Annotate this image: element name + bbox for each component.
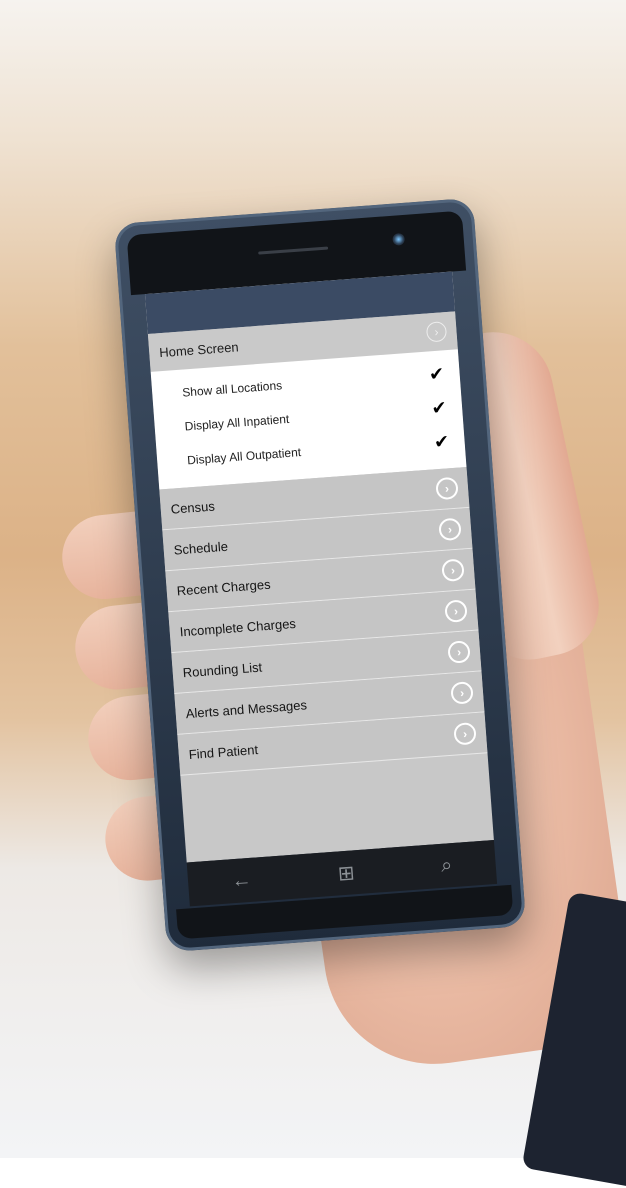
home-screen-title: Home Screen xyxy=(158,338,240,360)
chevron-right-icon: › xyxy=(453,722,477,746)
menu-item-label: Schedule xyxy=(173,538,229,558)
menu-item-label: Find Patient xyxy=(188,741,259,762)
chevron-right-icon: › xyxy=(444,599,468,623)
checkmark-icon[interactable]: ✔ xyxy=(427,363,446,384)
menu-item-label: Alerts and Messages xyxy=(185,696,308,721)
chevron-right-icon: › xyxy=(435,476,459,501)
checkmark-icon[interactable]: ✔ xyxy=(432,431,451,452)
menu-item-label: Rounding List xyxy=(182,659,263,680)
search-icon[interactable]: ⌕ xyxy=(440,854,453,878)
option-label: Display All Inpatient xyxy=(184,411,290,434)
option-label: Display All Outpatient xyxy=(186,445,302,468)
chevron-right-icon: › xyxy=(438,517,462,542)
back-arrow-icon[interactable]: ← xyxy=(231,868,253,892)
menu-item-label: Recent Charges xyxy=(176,576,272,599)
option-label: Show all Locations xyxy=(181,378,283,400)
chevron-icon: › xyxy=(425,321,448,343)
phone-screen: Home Screen › Show all Locations ✔ Displ… xyxy=(144,271,494,863)
home-screen-options: Show all Locations ✔ Display All Inpatie… xyxy=(150,349,467,490)
speaker xyxy=(258,246,329,255)
menu-item-label: Census xyxy=(170,498,216,517)
chevron-right-icon: › xyxy=(441,558,465,583)
phone: Home Screen › Show all Locations ✔ Displ… xyxy=(113,197,527,953)
windows-start-icon[interactable]: ⊞ xyxy=(337,860,356,886)
menu-item-label: Incomplete Charges xyxy=(179,615,297,639)
checkmark-icon[interactable]: ✔ xyxy=(429,397,448,418)
chevron-right-icon: › xyxy=(447,640,471,664)
front-camera xyxy=(392,232,406,246)
chevron-right-icon: › xyxy=(450,681,474,705)
